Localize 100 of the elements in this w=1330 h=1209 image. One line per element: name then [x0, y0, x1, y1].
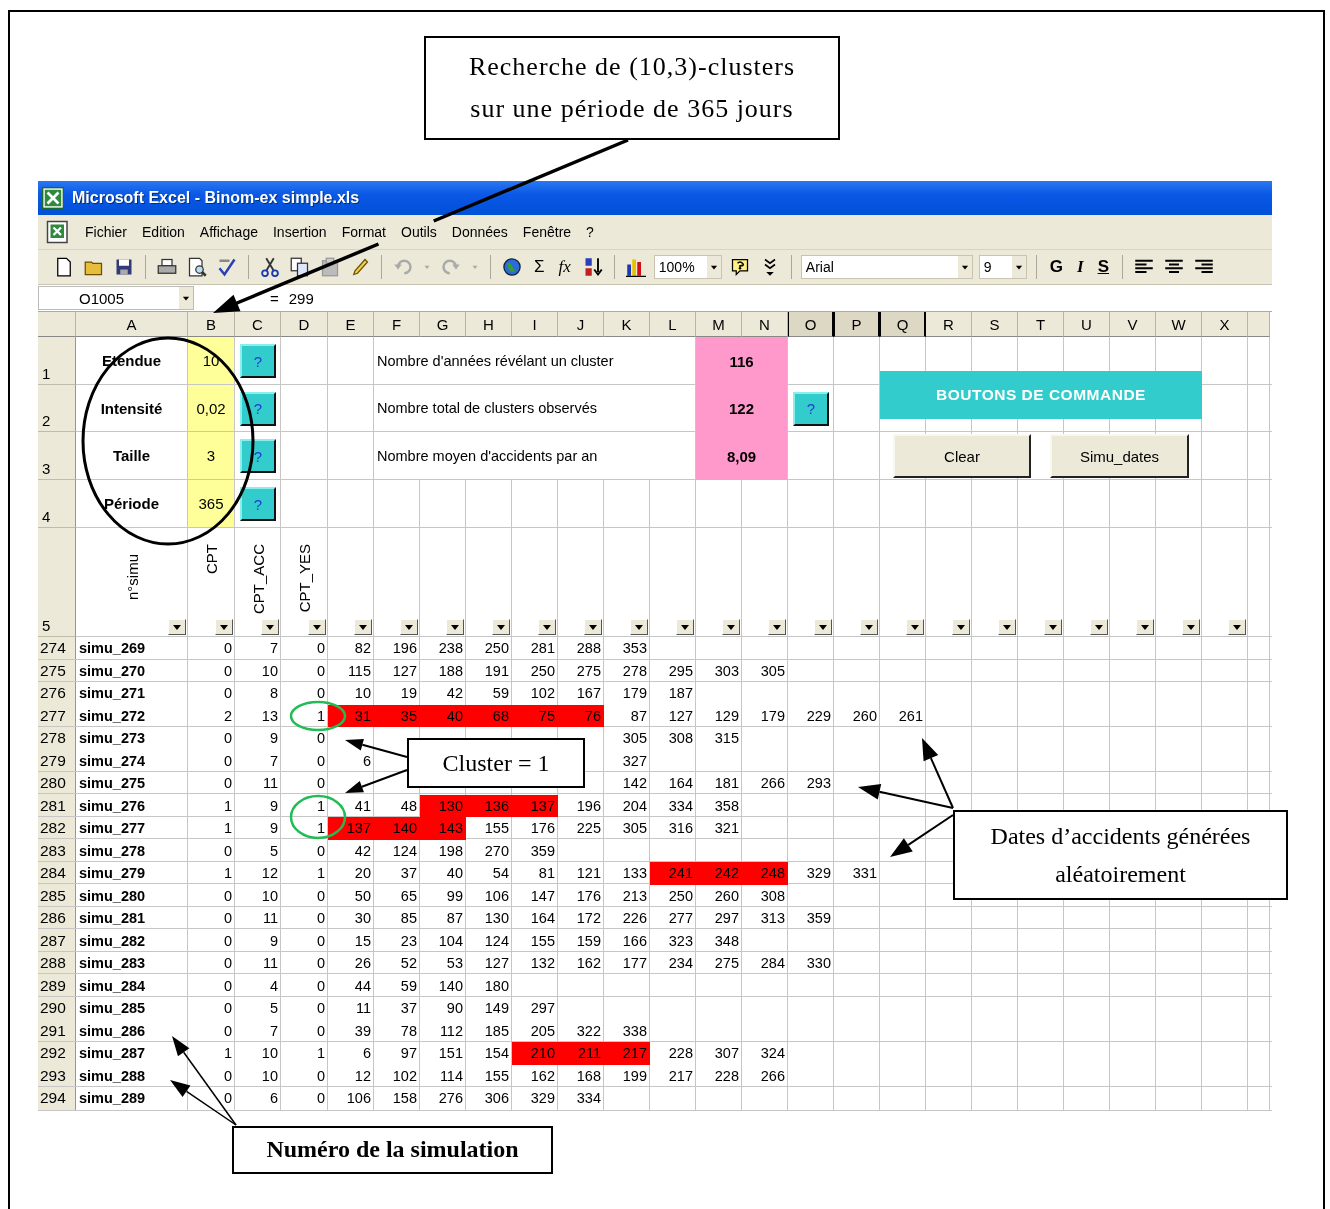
help-icon[interactable]	[729, 257, 750, 277]
column-header[interactable]: N	[742, 312, 788, 337]
column-header[interactable]: S	[972, 312, 1018, 337]
filter-button[interactable]	[261, 619, 279, 635]
parameter-cell[interactable]: 0,02	[188, 385, 234, 431]
column-header[interactable]: V	[1110, 312, 1156, 337]
menu-item[interactable]: ?	[586, 222, 594, 242]
filter-button[interactable]	[1136, 619, 1154, 635]
filter-button[interactable]	[446, 619, 464, 635]
filter-button[interactable]	[1228, 619, 1246, 635]
filter-button[interactable]	[860, 619, 878, 635]
table-cell-text: 11	[261, 774, 279, 794]
column-header[interactable]: O	[788, 312, 834, 337]
filter-button[interactable]	[584, 619, 602, 635]
underline-button[interactable]: S	[1093, 255, 1113, 279]
filter-button[interactable]	[906, 619, 924, 635]
filter-button[interactable]	[400, 619, 418, 635]
column-header[interactable]: D	[281, 312, 328, 337]
filter-button[interactable]	[168, 619, 186, 635]
column-header[interactable]: M	[696, 312, 742, 337]
annotation-callout: Numéro de la simulation	[232, 1125, 553, 1174]
filter-button[interactable]	[722, 619, 740, 635]
column-header[interactable]: H	[466, 312, 512, 337]
filter-button[interactable]	[630, 619, 648, 635]
parameter-cell[interactable]: 365	[188, 480, 234, 527]
name-box[interactable]: O1005	[38, 286, 194, 310]
globe-icon[interactable]	[502, 257, 522, 277]
table-cell-text: 0	[222, 1089, 233, 1109]
table-cell-text: simu_270	[78, 661, 147, 681]
column-header[interactable]: T	[1018, 312, 1064, 337]
column-header[interactable]: Q	[880, 312, 926, 337]
menu-item[interactable]: Données	[451, 222, 508, 242]
function-button[interactable]: fx	[554, 255, 575, 279]
help-button[interactable]: ?	[240, 439, 276, 473]
macro-button[interactable]: Clear	[893, 434, 1031, 478]
column-header[interactable]: P	[834, 312, 880, 337]
new-document-icon[interactable]	[54, 257, 74, 277]
filter-button[interactable]	[814, 619, 832, 635]
print-preview-icon[interactable]	[187, 257, 207, 277]
filter-button[interactable]	[492, 619, 510, 635]
scissors-icon[interactable]	[260, 257, 280, 277]
filter-button[interactable]	[215, 619, 233, 635]
filter-button[interactable]	[676, 619, 694, 635]
column-header[interactable]: A	[76, 312, 188, 337]
table-cell-text: 330	[805, 954, 832, 974]
paintbrush-icon[interactable]	[350, 257, 370, 277]
menu-item[interactable]: Affichage	[199, 222, 258, 242]
formula-field[interactable]: 299	[288, 289, 314, 307]
macro-button[interactable]: Simu_dates	[1050, 434, 1189, 478]
column-header[interactable]: X	[1202, 312, 1248, 337]
table-cell-text: simu_286	[78, 1021, 147, 1041]
bold-button[interactable]: G	[1045, 255, 1068, 279]
printer-icon[interactable]	[157, 257, 177, 277]
italic-button[interactable]: I	[1073, 255, 1088, 279]
filter-button[interactable]	[952, 619, 970, 635]
column-header[interactable]: K	[604, 312, 650, 337]
menu-item[interactable]: Insertion	[272, 222, 327, 242]
table-cell-text: 162	[529, 1066, 556, 1086]
menu-item[interactable]: Edition	[142, 222, 185, 242]
help-button[interactable]: ?	[793, 391, 829, 426]
column-header[interactable]: J	[558, 312, 604, 337]
table-cell-text: 149	[483, 999, 510, 1019]
select-all-button[interactable]	[38, 312, 76, 337]
filter-button[interactable]	[354, 619, 372, 635]
filter-button[interactable]	[1044, 619, 1062, 635]
column-header[interactable]: L	[650, 312, 696, 337]
spellcheck-icon[interactable]	[217, 257, 237, 277]
menu-item[interactable]: Format	[341, 222, 386, 242]
column-header[interactable]: B	[188, 312, 235, 337]
column-header[interactable]: I	[512, 312, 558, 337]
menu-item[interactable]: Fichier	[85, 222, 127, 242]
column-header[interactable]	[1248, 312, 1270, 337]
menu-item[interactable]: Outils	[401, 222, 437, 242]
table-cell-text: 293	[805, 774, 832, 794]
sum-button[interactable]: Σ	[530, 255, 549, 279]
parameter-cell[interactable]: 3	[188, 432, 234, 479]
column-header[interactable]: R	[926, 312, 972, 337]
column-header[interactable]: F	[374, 312, 420, 337]
filter-button[interactable]	[1090, 619, 1108, 635]
caret-icon	[1140, 623, 1150, 631]
column-header[interactable]: W	[1156, 312, 1202, 337]
zoom-dropdown[interactable]: 100%	[653, 255, 722, 279]
menu-item[interactable]: Fenêtre	[522, 222, 572, 242]
filter-button[interactable]	[1182, 619, 1200, 635]
help-button[interactable]: ?	[240, 344, 276, 378]
column-header[interactable]: E	[328, 312, 374, 337]
help-button[interactable]: ?	[240, 391, 276, 426]
bar-chart-icon[interactable]	[625, 257, 646, 277]
filter-button[interactable]	[538, 619, 556, 635]
help-button[interactable]: ?	[240, 487, 276, 521]
filter-button[interactable]	[768, 619, 786, 635]
table-cell: 68	[466, 704, 512, 727]
column-header[interactable]: C	[235, 312, 281, 337]
filter-button[interactable]	[308, 619, 326, 635]
column-header[interactable]: G	[420, 312, 466, 337]
size-dropdown[interactable]: 9	[978, 255, 1027, 279]
filter-button[interactable]	[998, 619, 1016, 635]
table-cell-text: 305	[621, 729, 648, 749]
font-dropdown[interactable]: Arial	[800, 255, 973, 279]
column-header[interactable]: U	[1064, 312, 1110, 337]
